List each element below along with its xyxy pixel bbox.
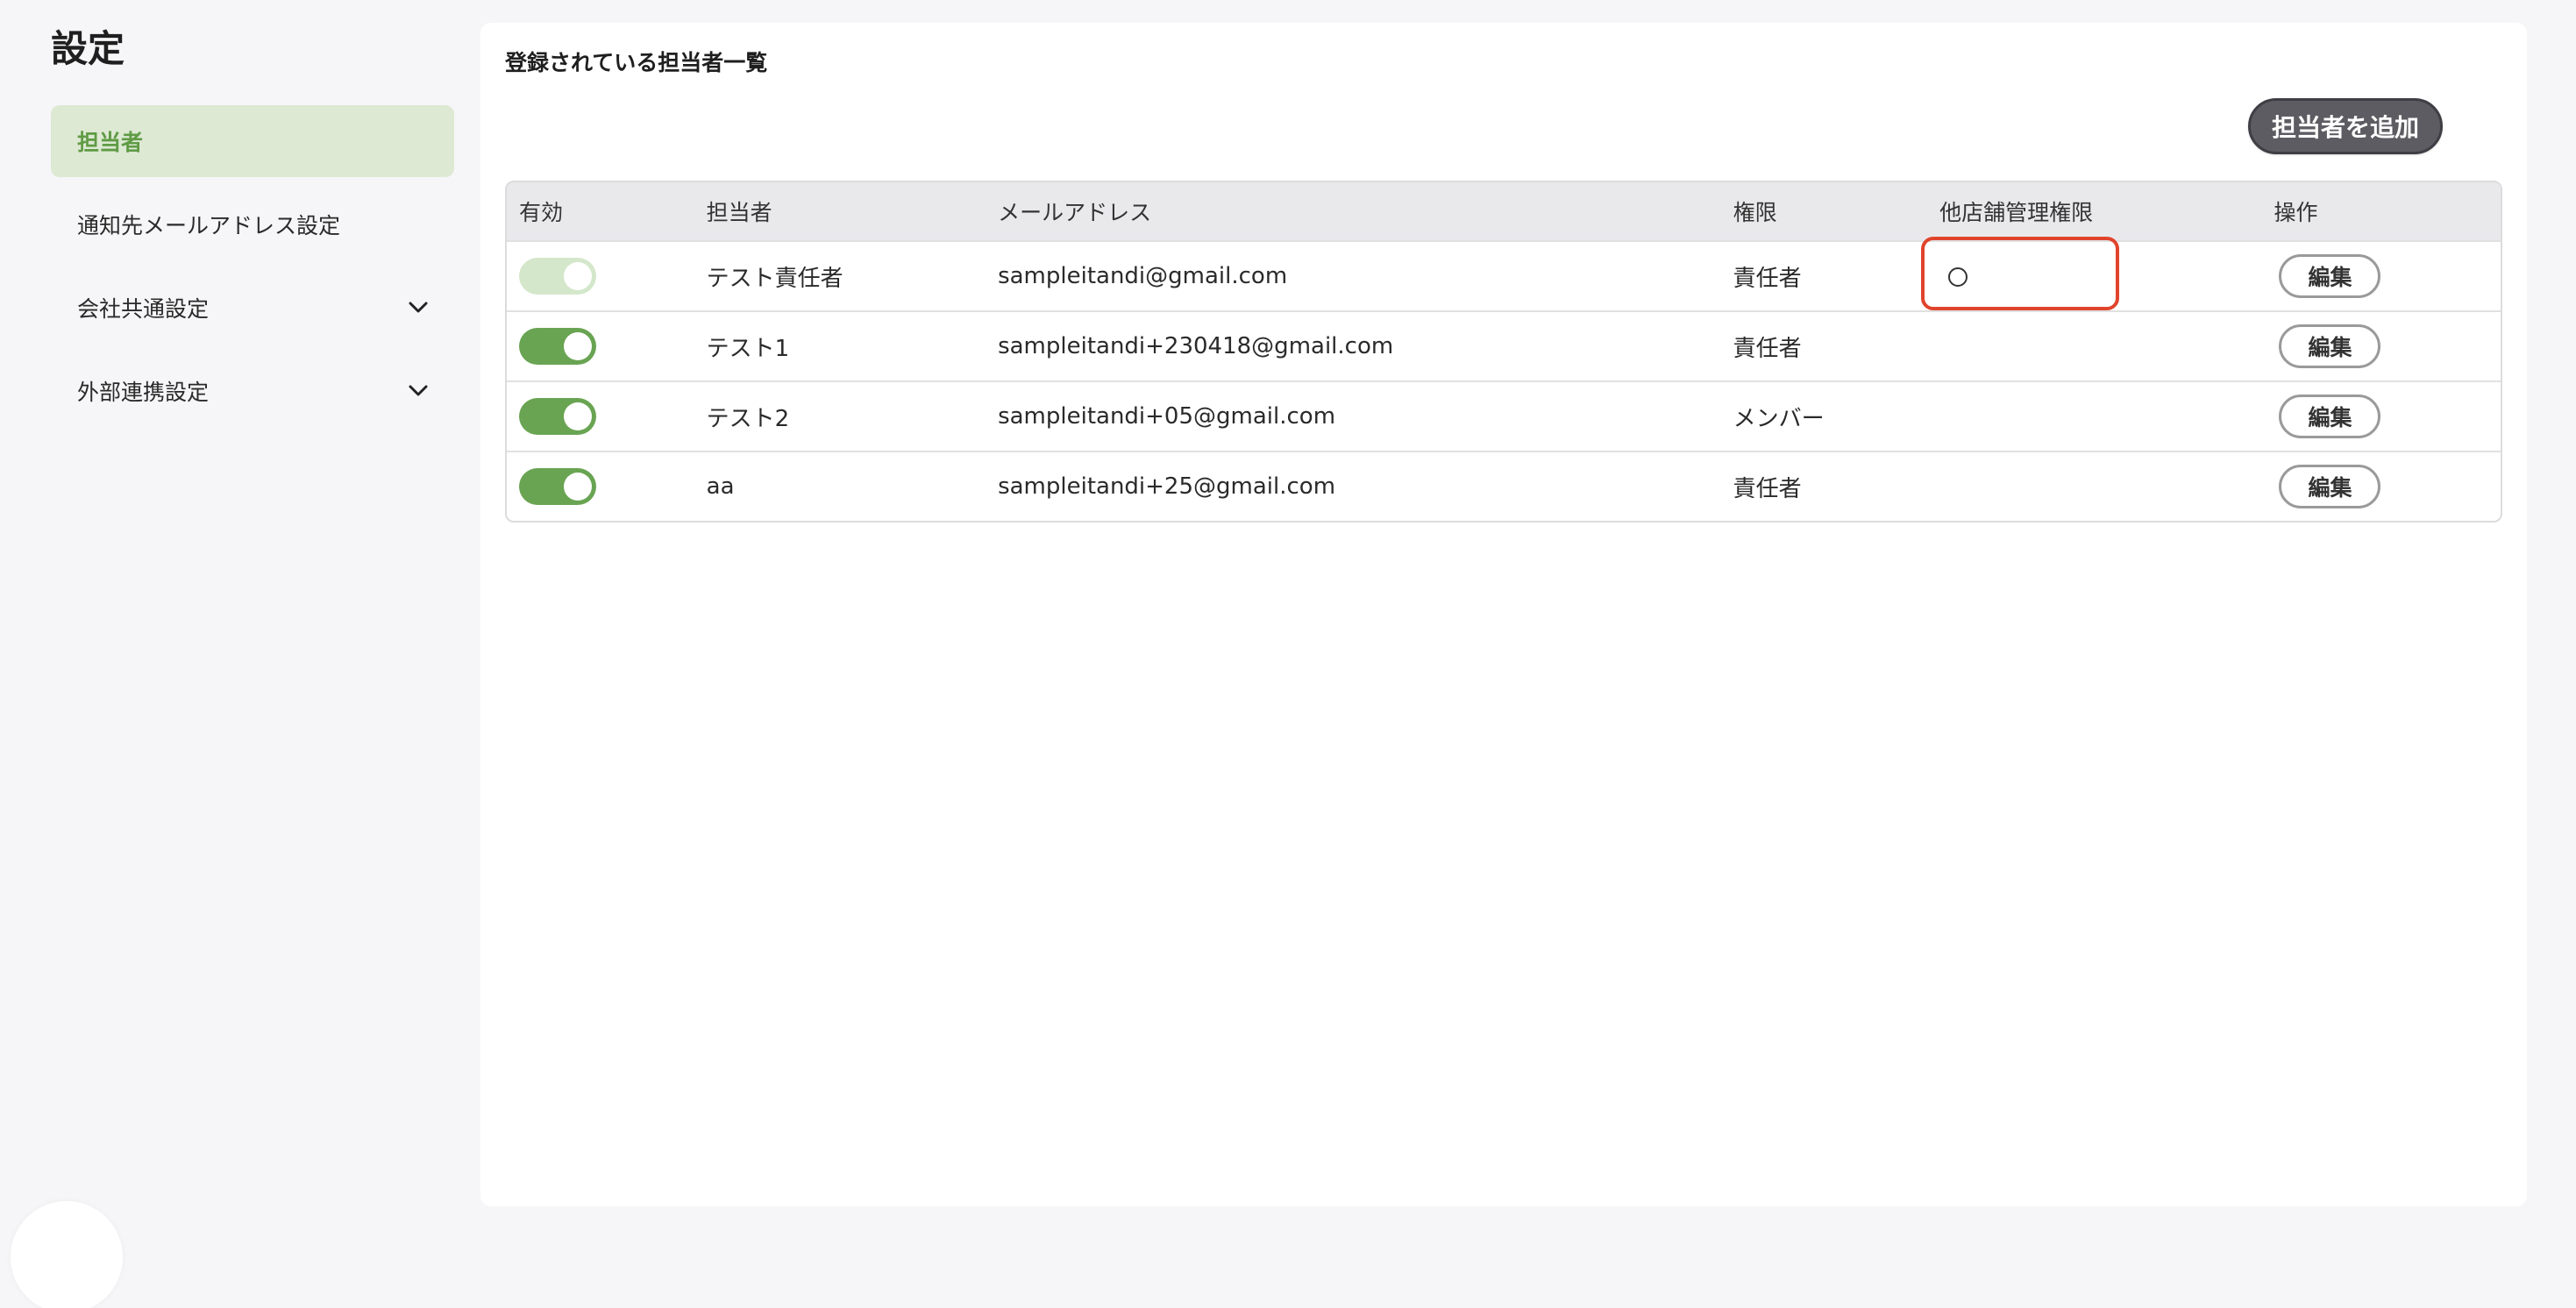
floating-help-button[interactable] [11,1201,123,1308]
sidebar-item-company-common[interactable]: 会社共通設定 [51,272,454,344]
toggle-knob [564,402,592,430]
staff-name: テスト1 [706,335,790,362]
toggle-knob [564,332,592,360]
chevron-down-icon [409,298,428,317]
staff-role: 責任者 [1733,475,1802,502]
staff-role: 責任者 [1733,265,1802,292]
staff-table: 有効 担当者 メールアドレス 権限 他店舗管理権限 操作 テスト責任者 samp… [505,181,2502,522]
staff-name: テスト2 [706,405,790,432]
staff-name: aa [706,473,735,500]
edit-button[interactable]: 編集 [2279,395,2381,438]
sidebar-item-label: 外部連携設定 [77,380,210,405]
active-toggle [519,258,596,295]
table-header-row: 有効 担当者 メールアドレス 権限 他店舗管理権限 操作 [507,182,2501,240]
chevron-down-icon [409,381,428,401]
page-title: 設定 [51,27,125,70]
sidebar-item-notification-email[interactable]: 通知先メールアドレス設定 [51,188,454,260]
column-header-actions: 操作 [2274,200,2318,225]
staff-role: メンバー [1733,405,1825,432]
circle-mark-icon [1948,267,1968,287]
staff-email: sampleitandi@gmail.com [998,263,1288,289]
staff-email: sampleitandi+05@gmail.com [998,403,1336,430]
staff-name: テスト責任者 [706,265,843,292]
column-header-active: 有効 [519,200,564,225]
active-toggle[interactable] [519,468,596,505]
edit-button[interactable]: 編集 [2279,324,2381,368]
add-staff-button[interactable]: 担当者を追加 [2248,98,2443,154]
sidebar-item-external-integration[interactable]: 外部連携設定 [51,355,454,427]
table-row: aa sampleitandi+25@gmail.com 責任者 編集 [507,451,2501,521]
sidebar-item-label: 会社共通設定 [77,296,210,322]
sidebar-item-staff[interactable]: 担当者 [51,105,454,177]
active-toggle[interactable] [519,398,596,435]
sidebar: 担当者 通知先メールアドレス設定 会社共通設定 外部連携設定 [51,105,454,438]
toggle-knob [564,473,592,501]
staff-email: sampleitandi+230418@gmail.com [998,333,1394,359]
column-header-other-store-permission: 他店舗管理権限 [1939,200,2094,225]
table-row: テスト責任者 sampleitandi@gmail.com 責任者 編集 [507,240,2501,310]
table-row: テスト1 sampleitandi+230418@gmail.com 責任者 編… [507,310,2501,380]
settings-page: 設定 担当者 通知先メールアドレス設定 会社共通設定 外部連携設定 登録されてい… [0,0,2576,1308]
staff-email: sampleitandi+25@gmail.com [998,473,1336,500]
sidebar-item-label: 担当者 [77,130,144,155]
other-store-permission [1927,263,2261,289]
staff-list-panel: 登録されている担当者一覧 担当者を追加 有効 担当者 メールアドレス 権限 他店… [480,23,2527,1206]
toggle-knob [564,262,592,290]
edit-button[interactable]: 編集 [2279,465,2381,508]
active-toggle[interactable] [519,328,596,365]
section-heading: 登録されている担当者一覧 [505,50,768,75]
table-row: テスト2 sampleitandi+05@gmail.com メンバー 編集 [507,380,2501,451]
sidebar-item-label: 通知先メールアドレス設定 [77,213,341,238]
edit-button[interactable]: 編集 [2279,254,2381,298]
column-header-staff: 担当者 [706,200,772,225]
column-header-email: メールアドレス [998,200,1152,225]
staff-role: 責任者 [1733,335,1802,362]
column-header-role: 権限 [1733,200,1777,225]
